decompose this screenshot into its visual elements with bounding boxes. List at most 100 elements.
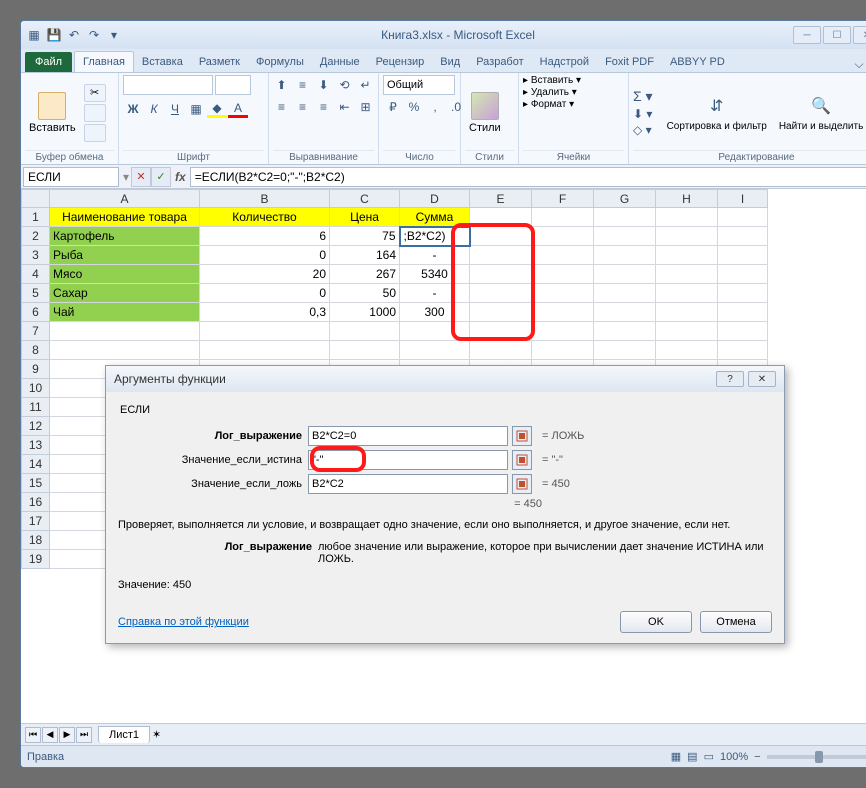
- cell-C6[interactable]: 1000: [330, 303, 400, 322]
- percent-icon[interactable]: %: [404, 97, 424, 117]
- bold-icon[interactable]: Ж: [123, 99, 143, 119]
- comma-icon[interactable]: ,: [425, 97, 445, 117]
- dialog-titlebar[interactable]: Аргументы функции ? ✕: [106, 366, 784, 392]
- cell-C3[interactable]: 164: [330, 246, 400, 265]
- row-header-8[interactable]: 8: [22, 341, 50, 360]
- tab-insert[interactable]: Вставка: [134, 52, 191, 72]
- find-select-button[interactable]: 🔍 Найти и выделить: [775, 91, 866, 134]
- autosum-icon[interactable]: Σ ▾: [633, 88, 653, 105]
- cell-D6[interactable]: 300: [400, 303, 470, 322]
- sheet-nav-last-icon[interactable]: ⏭: [76, 727, 92, 743]
- arg1-range-picker[interactable]: [512, 426, 532, 446]
- ribbon-minimize-icon[interactable]: ⌵: [855, 57, 864, 72]
- cell-B2[interactable]: 6: [200, 227, 330, 246]
- arg2-range-picker[interactable]: [512, 450, 532, 470]
- row-header-11[interactable]: 11: [22, 398, 50, 417]
- copy-icon[interactable]: [84, 104, 106, 122]
- cell-C1[interactable]: Цена: [330, 208, 400, 227]
- col-header-E[interactable]: E: [470, 190, 532, 208]
- row-header-10[interactable]: 10: [22, 379, 50, 398]
- row-header-16[interactable]: 16: [22, 493, 50, 512]
- redo-icon[interactable]: ↷: [85, 26, 103, 44]
- cell-B1[interactable]: Количество: [200, 208, 330, 227]
- indent-dec-icon[interactable]: ⇤: [335, 97, 355, 117]
- row-header-13[interactable]: 13: [22, 436, 50, 455]
- save-icon[interactable]: 💾: [45, 26, 63, 44]
- row-header-17[interactable]: 17: [22, 512, 50, 531]
- align-bottom-icon[interactable]: ⬇: [314, 75, 334, 95]
- wrap-text-icon[interactable]: ↵: [356, 75, 376, 95]
- arg3-range-picker[interactable]: [512, 474, 532, 494]
- sheet-nav-first-icon[interactable]: ⏮: [25, 727, 41, 743]
- cell-B4[interactable]: 20: [200, 265, 330, 284]
- row-header-15[interactable]: 15: [22, 474, 50, 493]
- cell-B3[interactable]: 0: [200, 246, 330, 265]
- font-color-icon[interactable]: А: [228, 99, 248, 119]
- minimize-button[interactable]: ─: [793, 26, 821, 44]
- col-header-I[interactable]: I: [718, 190, 768, 208]
- currency-icon[interactable]: ₽: [383, 97, 403, 117]
- new-sheet-icon[interactable]: ✶: [152, 728, 172, 741]
- row-header-2[interactable]: 2: [22, 227, 50, 246]
- delete-cells-button[interactable]: ▸ Удалить ▾: [523, 87, 577, 98]
- align-middle-icon[interactable]: ≡: [293, 75, 313, 95]
- tab-review[interactable]: Рецензир: [368, 52, 433, 72]
- cell-A5[interactable]: Сахар: [50, 284, 200, 303]
- align-left-icon[interactable]: ≡: [272, 97, 292, 117]
- select-all-corner[interactable]: [22, 190, 50, 208]
- row-header-6[interactable]: 6: [22, 303, 50, 322]
- fill-color-icon[interactable]: ◆: [207, 99, 227, 119]
- underline-icon[interactable]: Ч: [165, 99, 185, 119]
- tab-formulas[interactable]: Формулы: [248, 52, 312, 72]
- cell-D4[interactable]: 5340: [400, 265, 470, 284]
- arg3-input[interactable]: [308, 474, 508, 494]
- orientation-icon[interactable]: ⟲: [335, 75, 355, 95]
- zoom-level[interactable]: 100%: [720, 751, 748, 763]
- zoom-slider[interactable]: [767, 755, 866, 759]
- cell-B6[interactable]: 0,3: [200, 303, 330, 322]
- col-header-C[interactable]: C: [330, 190, 400, 208]
- tab-foxit[interactable]: Foxit PDF: [597, 52, 662, 72]
- cell-A2[interactable]: Картофель: [50, 227, 200, 246]
- tab-data[interactable]: Данные: [312, 52, 368, 72]
- dialog-close-icon[interactable]: ✕: [748, 371, 776, 387]
- tab-file[interactable]: Файл: [25, 52, 72, 72]
- arg2-input[interactable]: [308, 450, 508, 470]
- format-painter-icon[interactable]: [84, 124, 106, 142]
- undo-icon[interactable]: ↶: [65, 26, 83, 44]
- arg1-input[interactable]: [308, 426, 508, 446]
- sort-filter-button[interactable]: ⇵ Сортировка и фильтр: [663, 91, 771, 134]
- align-top-icon[interactable]: ⬆: [272, 75, 292, 95]
- cell-A3[interactable]: Рыба: [50, 246, 200, 265]
- fx-icon[interactable]: fx: [175, 170, 186, 184]
- view-pagebreak-icon[interactable]: ▭: [704, 750, 714, 763]
- row-header-4[interactable]: 4: [22, 265, 50, 284]
- clear-icon[interactable]: ◇ ▾: [633, 123, 653, 137]
- tab-developer[interactable]: Разработ: [468, 52, 531, 72]
- col-header-D[interactable]: D: [400, 190, 470, 208]
- cell-A1[interactable]: Наименование товара: [50, 208, 200, 227]
- cell-D2[interactable]: ;B2*C2): [400, 227, 470, 246]
- styles-button[interactable]: Стили: [465, 90, 505, 136]
- row-header-7[interactable]: 7: [22, 322, 50, 341]
- cell-D1[interactable]: Сумма: [400, 208, 470, 227]
- sheet-tab-1[interactable]: Лист1: [98, 726, 150, 743]
- zoom-out-icon[interactable]: −: [754, 751, 760, 763]
- italic-icon[interactable]: К: [144, 99, 164, 119]
- row-header-12[interactable]: 12: [22, 417, 50, 436]
- font-select[interactable]: [123, 75, 213, 95]
- close-button[interactable]: ✕: [853, 26, 866, 44]
- border-icon[interactable]: ▦: [186, 99, 206, 119]
- row-header-14[interactable]: 14: [22, 455, 50, 474]
- view-layout-icon[interactable]: ▤: [687, 750, 697, 763]
- row-header-9[interactable]: 9: [22, 360, 50, 379]
- tab-addins[interactable]: Надстрой: [532, 52, 597, 72]
- merge-icon[interactable]: ⊞: [356, 97, 376, 117]
- qat-more-icon[interactable]: ▾: [105, 26, 123, 44]
- accept-formula-icon[interactable]: ✓: [151, 167, 171, 187]
- cell-D5[interactable]: -: [400, 284, 470, 303]
- align-right-icon[interactable]: ≡: [314, 97, 334, 117]
- tab-home[interactable]: Главная: [74, 51, 134, 72]
- cell-C5[interactable]: 50: [330, 284, 400, 303]
- cell-D3[interactable]: -: [400, 246, 470, 265]
